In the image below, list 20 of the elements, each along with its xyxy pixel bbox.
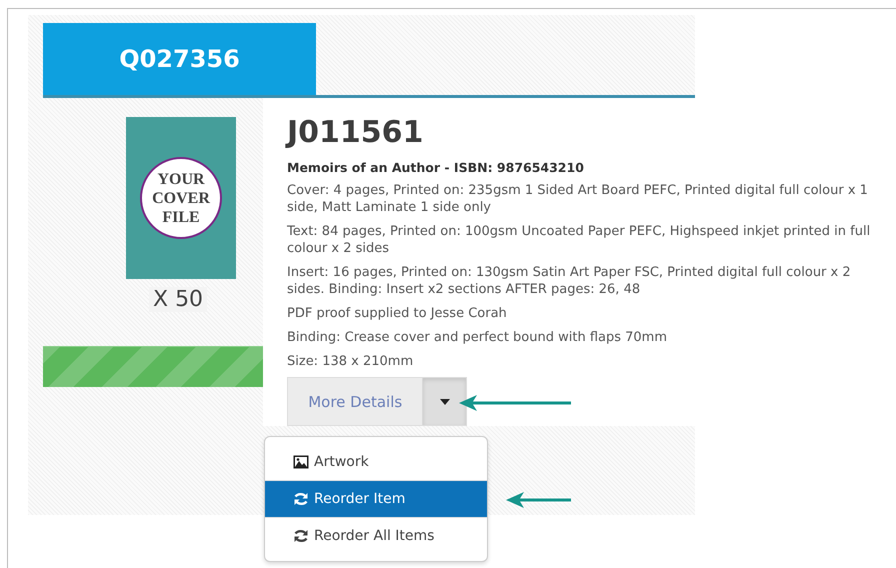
menu-item[interactable]: Reorder All Items	[265, 518, 487, 554]
arrow-icon	[459, 394, 571, 412]
order-tab[interactable]: Q027356	[43, 23, 316, 95]
spec-text: PDF proof supplied to Jesse Corah	[287, 305, 508, 322]
caret-icon	[440, 398, 450, 404]
cover-caption: YOUR COVER FILE	[140, 157, 222, 239]
refresh-icon	[293, 492, 309, 506]
spec-text: Binding: Crease cover and perfect bound with flaps 70mm	[287, 329, 668, 346]
quantity-label: X 50	[149, 287, 208, 312]
menu-item[interactable]: Reorder Item	[265, 481, 487, 518]
arrow-icon	[506, 491, 571, 509]
image-icon	[293, 455, 309, 469]
spec-text: Insert: 16 pages, Printed on: 130gsm Satin Art Paper FSC, Printed digital full colour x 2 sides. Binding: Insert x2 sections AFTER pages: 26, 48	[287, 264, 852, 298]
job-number: J011561	[287, 116, 424, 150]
spec-text: Text: 84 pages, Printed on: 100gsm Uncoated Paper PEFC, Highspeed inkjet printed in full colour x 2 sides	[287, 223, 872, 257]
refresh-icon	[293, 529, 309, 543]
spec-text: Cover: 4 pages, Printed on: 235gsm 1 Sided Art Board PEFC, Printed digital full colour x 1 side, Matt Laminate 1 side only	[287, 182, 869, 216]
dropdown-toggle[interactable]	[422, 378, 466, 425]
spec-text: Size: 138 x 210mm	[287, 353, 414, 370]
job-title: Memoirs of an Author - ISBN: 9876543210	[287, 160, 585, 175]
